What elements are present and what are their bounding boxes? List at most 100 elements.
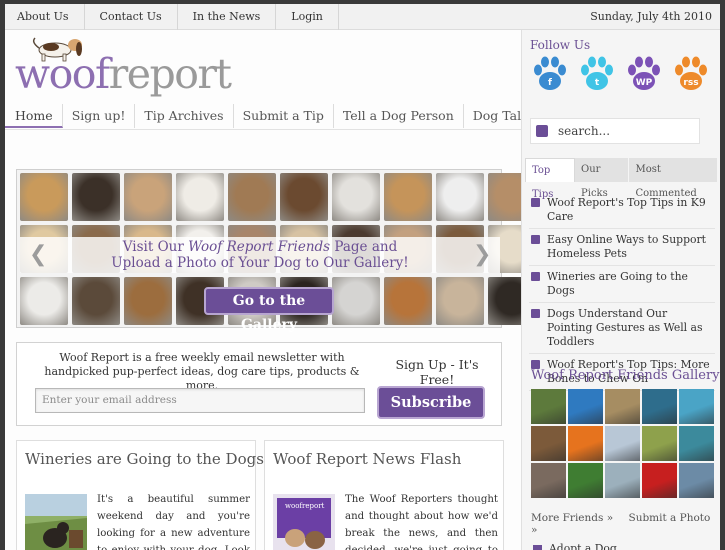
friend-photo-thumbnail[interactable] [568, 426, 603, 461]
dog-photo-thumbnail[interactable] [72, 277, 120, 325]
svg-text:t: t [595, 78, 600, 88]
bullet-icon [531, 309, 540, 318]
top-nav: About Us Contact Us In the News Login [5, 4, 339, 30]
logo-report: report [108, 50, 232, 98]
list-item[interactable]: Easy Online Ways to Support Homeless Pet… [529, 229, 715, 266]
friend-photo-thumbnail[interactable] [679, 426, 714, 461]
email-input[interactable]: Enter your email address [35, 388, 365, 413]
wordpress-paw-icon[interactable]: WP [624, 54, 664, 94]
svg-text:WP: WP [636, 78, 653, 88]
friend-photo-thumbnail[interactable] [605, 389, 640, 424]
nav-tip-archives[interactable]: Tip Archives [135, 104, 234, 128]
site-logo[interactable]: woofreport [15, 36, 245, 104]
dog-photo-thumbnail[interactable] [332, 173, 380, 221]
tips-tabs: Top Tips Our Picks Most Commented [525, 158, 718, 200]
dog-photo-thumbnail[interactable] [384, 277, 432, 325]
friend-photo-thumbnail[interactable] [642, 463, 677, 498]
date-label: Sunday, July 4th 2010 [590, 10, 712, 23]
friend-photo-thumbnail[interactable] [605, 426, 640, 461]
signup-label: Sign Up - It's Free! [395, 357, 479, 387]
gallery-promo-text[interactable]: Visit Our Woof Report Friends Page and U… [20, 239, 500, 271]
main-nav: Home Sign up! Tip Archives Submit a Tip … [5, 104, 574, 130]
sidebar: Follow Us f t WP rss search... Top Tips Our… [521, 30, 720, 550]
slider-prev-arrow[interactable]: ❮ [29, 244, 47, 266]
dog-photo-thumbnail[interactable] [124, 277, 172, 325]
logo-wordmark: woofreport [15, 46, 232, 102]
newsletter-signup: Woof Report is a free weekly email newsl… [16, 342, 502, 426]
svg-text:woofreport: woofreport [285, 502, 325, 510]
svg-text:f: f [548, 78, 552, 88]
page: About Us Contact Us In the News Login Su… [5, 4, 720, 550]
article-thumbnail[interactable] [25, 494, 87, 550]
search-input[interactable]: search... [530, 118, 700, 144]
rss-paw-icon[interactable]: rss [671, 54, 711, 94]
adopt-link[interactable]: Adopt a Dog [549, 542, 617, 550]
nav-home[interactable]: Home [5, 104, 63, 128]
friend-photo-thumbnail[interactable] [605, 463, 640, 498]
friend-photo-thumbnail[interactable] [531, 426, 566, 461]
friend-photo-thumbnail[interactable] [568, 463, 603, 498]
dog-photo-thumbnail[interactable] [72, 173, 120, 221]
tip-link[interactable]: Easy Online Ways to Support Homeless Pet… [547, 233, 706, 260]
top-nav-login[interactable]: Login [276, 4, 339, 30]
friend-photo-thumbnail[interactable] [531, 463, 566, 498]
dog-photo-thumbnail[interactable] [20, 277, 68, 325]
friend-photo-thumbnail[interactable] [679, 389, 714, 424]
tab-most-commented[interactable]: Most Commented [629, 158, 718, 199]
tip-link[interactable]: Wineries are Going to the Dogs [547, 270, 688, 297]
list-item[interactable]: Dogs Understand Our Pointing Gestures as… [529, 303, 715, 354]
friend-photo-thumbnail[interactable] [568, 389, 603, 424]
tab-our-picks[interactable]: Our Picks [575, 158, 630, 199]
article-title[interactable]: Woof Report News Flash [273, 450, 461, 468]
twitter-paw-icon[interactable]: t [577, 54, 617, 94]
top-nav-about-us[interactable]: About Us [5, 4, 85, 30]
search-icon[interactable] [536, 125, 548, 137]
top-bar: About Us Contact Us In the News Login Su… [5, 4, 720, 30]
subscribe-button[interactable]: Subscribe [377, 386, 485, 419]
tab-top-tips[interactable]: Top Tips [525, 158, 576, 200]
nav-tell-a-dog-person[interactable]: Tell a Dog Person [334, 104, 464, 128]
friend-photo-thumbnail[interactable] [642, 389, 677, 424]
dog-photo-thumbnail[interactable] [280, 173, 328, 221]
dog-photo-thumbnail[interactable] [20, 173, 68, 221]
tip-link[interactable]: Dogs Understand Our Pointing Gestures as… [547, 307, 703, 348]
nav-submit-a-tip[interactable]: Submit a Tip [234, 104, 334, 128]
list-item[interactable]: Woof Report's Top Tips in K9 Care [529, 192, 715, 229]
promo-text-b: Page and [330, 239, 398, 255]
friend-photo-thumbnail[interactable] [531, 389, 566, 424]
dog-photo-thumbnail[interactable] [228, 173, 276, 221]
dog-photo-thumbnail[interactable] [436, 173, 484, 221]
slider-next-arrow[interactable]: ❯ [473, 244, 491, 266]
list-item[interactable]: Wineries are Going to the Dogs [529, 266, 715, 303]
logo-woof: woof [15, 50, 110, 98]
nav-sign-up[interactable]: Sign up! [63, 104, 136, 128]
friend-photo-thumbnail[interactable] [642, 426, 677, 461]
bullet-icon [531, 272, 540, 281]
tip-link[interactable]: Woof Report's Top Tips in K9 Care [547, 196, 706, 223]
bullet-icon [533, 545, 542, 550]
friends-gallery-heading[interactable]: Woof Report Friends Gallery [531, 368, 720, 383]
article-thumbnail[interactable]: woofreport [273, 494, 335, 550]
article-title[interactable]: Wineries are Going to the Dogs [25, 450, 264, 468]
go-to-gallery-button[interactable]: Go to the Gallery [204, 287, 334, 333]
top-nav-in-the-news[interactable]: In the News [178, 4, 277, 30]
bullet-icon [531, 235, 540, 244]
dog-photo-thumbnail[interactable] [384, 173, 432, 221]
search-placeholder: search... [558, 124, 611, 138]
dog-photo-thumbnail[interactable] [436, 277, 484, 325]
dog-photo-thumbnail[interactable] [124, 173, 172, 221]
article-card: Wineries are Going to the Dogs It's a be… [16, 440, 264, 550]
article-card: Woof Report News Flash woofreport The Wo… [264, 440, 504, 550]
more-friends-link[interactable]: More Friends » [531, 512, 613, 524]
friend-photo-thumbnail[interactable] [679, 463, 714, 498]
svg-text:rss: rss [683, 78, 698, 88]
dog-photo-thumbnail[interactable] [332, 277, 380, 325]
top-nav-contact-us[interactable]: Contact Us [85, 4, 178, 30]
gallery-slider: Visit Our Woof Report Friends Page and U… [16, 169, 536, 333]
follow-us-heading: Follow Us [530, 38, 591, 52]
promo-text-em: Woof Report Friends [188, 239, 331, 255]
dog-photo-thumbnail[interactable] [176, 173, 224, 221]
facebook-paw-icon[interactable]: f [530, 54, 570, 94]
friends-gallery-grid [531, 389, 720, 498]
promo-text-line2: Upload a Photo of Your Dog to Our Galler… [111, 255, 409, 271]
